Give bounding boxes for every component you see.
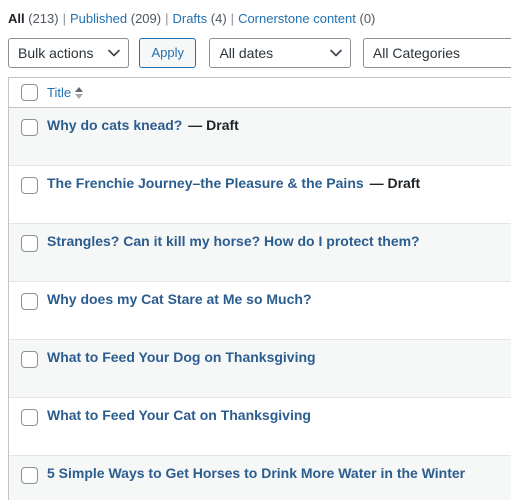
row-title-cell: Why do cats knead? — Draft	[47, 108, 239, 136]
column-header-title[interactable]: Title	[47, 85, 84, 100]
filter-link-drafts[interactable]: Drafts	[172, 11, 207, 26]
table-row[interactable]: 5 Simple Ways to Get Horses to Drink Mor…	[9, 456, 511, 500]
row-checkbox[interactable]	[20, 235, 38, 252]
row-checkbox[interactable]	[20, 293, 38, 310]
row-title-cell: The Frenchie Journey–the Pleasure & the …	[47, 166, 420, 194]
table-row[interactable]: Strangles? Can it kill my horse? How do …	[9, 224, 511, 282]
post-title-link[interactable]: Strangles? Can it kill my horse? How do …	[47, 233, 420, 249]
filter-link-cornerstone[interactable]: Cornerstone content	[238, 11, 356, 26]
row-checkbox-cell	[9, 282, 47, 310]
posts-list-table: Title Why do cats knead? — Draft The Fre…	[8, 77, 511, 500]
list-table-toolbar: Bulk actions Apply All dates All Categor…	[8, 38, 511, 68]
table-row[interactable]: Why do cats knead? — Draft	[9, 108, 511, 166]
post-state-badge: — Draft	[369, 175, 421, 191]
categories-filter-value: All Categories	[372, 45, 461, 61]
filter-count-published: (209)	[130, 11, 162, 26]
table-row[interactable]: Why does my Cat Stare at Me so Much?	[9, 282, 511, 340]
column-header-title-label: Title	[47, 85, 72, 100]
post-title-link[interactable]: 5 Simple Ways to Get Horses to Drink Mor…	[47, 465, 465, 481]
post-title-link[interactable]: Why does my Cat Stare at Me so Much?	[47, 291, 312, 307]
chevron-down-icon	[330, 39, 343, 69]
bulk-actions-value: Bulk actions	[18, 45, 94, 61]
select-all-checkbox-cell	[9, 84, 47, 101]
row-checkbox[interactable]	[20, 409, 38, 426]
row-checkbox-cell	[9, 166, 47, 194]
post-state-badge: — Draft	[188, 117, 239, 133]
select-all-checkbox[interactable]	[20, 84, 38, 101]
row-checkbox-cell	[9, 340, 47, 368]
row-checkbox-cell	[9, 398, 47, 426]
row-title-cell: What to Feed Your Cat on Thanksgiving	[47, 398, 313, 426]
row-checkbox-cell	[9, 456, 47, 484]
chevron-down-icon	[108, 39, 120, 69]
row-checkbox[interactable]	[20, 351, 38, 368]
post-title-link[interactable]: The Frenchie Journey–the Pleasure & the …	[47, 175, 364, 191]
filter-link-all[interactable]: All	[8, 11, 25, 26]
filter-count-all: (213)	[28, 11, 59, 26]
row-checkbox[interactable]	[20, 177, 38, 194]
filter-count-drafts: (4)	[210, 11, 227, 26]
row-checkbox[interactable]	[20, 119, 38, 136]
filter-item-cornerstone: Cornerstone content (0)	[238, 11, 375, 26]
filter-separator-2: |	[165, 11, 169, 26]
bulk-actions-select[interactable]: Bulk actions	[8, 38, 129, 68]
posts-list-page: All (213) | Published (209) | Drafts (4) | Cor…	[0, 0, 511, 500]
dates-filter-select[interactable]: All dates	[209, 38, 352, 69]
row-title-cell: Why does my Cat Stare at Me so Much?	[47, 282, 314, 310]
categories-filter-select[interactable]: All Categories	[362, 38, 511, 68]
row-checkbox-cell	[9, 108, 47, 136]
filter-item-drafts: Drafts (4)	[172, 11, 226, 26]
apply-button[interactable]: Apply	[139, 38, 196, 68]
row-title-cell: Strangles? Can it kill my horse? How do …	[47, 224, 422, 252]
dates-filter-value: All dates	[219, 45, 274, 61]
filter-separator-1: |	[62, 11, 66, 26]
filter-item-published: Published (209)	[70, 11, 161, 26]
post-status-filter-bar: All (213) | Published (209) | Drafts (4) | Cor…	[8, 9, 375, 29]
table-header-row: Title	[9, 78, 511, 108]
post-title-link[interactable]: What to Feed Your Cat on Thanksgiving	[47, 407, 311, 423]
table-row[interactable]: What to Feed Your Dog on Thanksgiving	[9, 340, 511, 398]
filter-count-cornerstone: (0)	[359, 11, 376, 26]
row-title-cell: What to Feed Your Dog on Thanksgiving	[47, 340, 318, 368]
table-row[interactable]: The Frenchie Journey–the Pleasure & the …	[9, 166, 511, 224]
post-title-link[interactable]: What to Feed Your Dog on Thanksgiving	[47, 349, 316, 365]
sort-arrows-icon[interactable]	[75, 86, 84, 100]
filter-item-all: All (213)	[8, 11, 59, 26]
filter-link-published[interactable]: Published	[70, 11, 127, 26]
table-row[interactable]: What to Feed Your Cat on Thanksgiving	[9, 398, 511, 456]
row-checkbox-cell	[9, 224, 47, 252]
row-checkbox[interactable]	[20, 467, 38, 484]
filter-separator-3: |	[230, 11, 235, 26]
row-title-cell: 5 Simple Ways to Get Horses to Drink Mor…	[47, 456, 467, 484]
post-title-link[interactable]: Why do cats knead?	[47, 117, 182, 133]
